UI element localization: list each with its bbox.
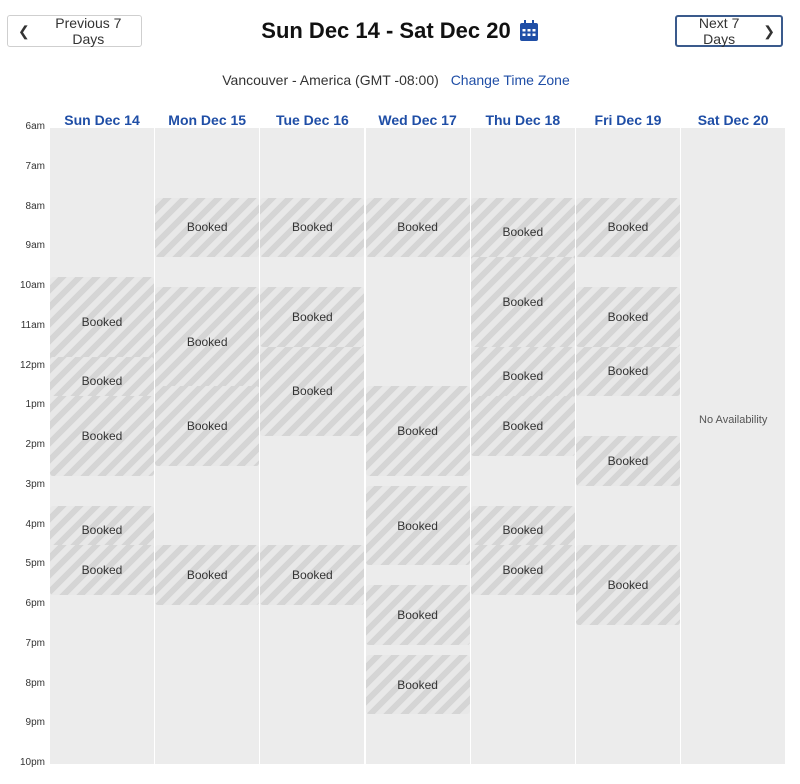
calendar-icon[interactable] [519,20,539,50]
change-time-zone-link[interactable]: Change Time Zone [451,72,570,88]
timezone-label: Vancouver - America (GMT -08:00) [222,72,439,88]
day-header: Fri Dec 19 [594,112,662,128]
day-column[interactable]: No Availability [681,128,786,764]
booked-slot: Booked [260,346,365,437]
hour-label: 1pm [25,399,45,411]
day-header: Mon Dec 15 [168,112,247,128]
day-header: Tue Dec 16 [275,112,349,128]
day-column[interactable]: Booked Booked Booked Booked Booked [50,128,154,764]
hour-label: 8pm [25,677,45,689]
week-range-text: Sun Dec 14 - Sat Dec 20 [261,18,511,43]
hour-label: 10am [19,280,45,291]
hour-label: 5pm [25,558,45,570]
booked-slot: Booked [470,257,575,347]
hour-label: 9am [25,240,45,252]
no-availability-label: No Availability [699,414,768,426]
hour-label: 10pm [19,757,45,768]
booked-slot: Booked [470,545,575,596]
booked-slot: Booked [155,386,260,466]
next-7-days-label: Next 7 Days [698,15,740,47]
booked-slot: Booked [365,585,470,645]
hour-label: 9pm [25,717,45,729]
booked-slot: Booked [155,545,260,605]
day-header: Wed Dec 17 [378,112,457,128]
day-column[interactable]: Booked Booked Booked Booked [260,128,365,764]
booked-slot: Booked [260,287,365,347]
hour-label: 4pm [25,518,45,530]
next-7-days-button[interactable]: Next 7 Days ❯ [675,15,783,47]
hour-label: 11am [20,319,45,331]
hour-label: 7pm [25,637,45,649]
booked-slot: Booked [470,396,575,456]
booked-slot: Booked [365,485,470,566]
booked-slot: Booked [50,396,154,476]
booked-slot: Booked [576,545,680,625]
booked-slot: Booked [155,287,260,397]
hour-label: 12pm [19,359,45,371]
booked-slot: Booked [365,197,470,258]
hour-label: 8am [25,200,45,212]
booked-slot: Booked [576,346,680,397]
hour-label: 6pm [25,598,45,609]
day-column[interactable]: Booked Booked Booked Booked Booked Booked [470,128,575,764]
booked-slot: Booked [155,197,260,258]
booked-slot: Booked [365,654,470,715]
hour-label: 7am [25,160,45,172]
booked-slot: Booked [50,545,154,596]
day-column[interactable]: Booked Booked Booked Booked [155,128,260,764]
booked-slot: Booked [260,545,365,605]
booked-slot: Booked [576,197,680,258]
booked-slot: Booked [576,436,680,486]
hour-label: 2pm [25,439,45,450]
booked-slot: Booked [260,197,365,258]
hour-label: 6am [25,121,45,132]
day-column[interactable]: Booked Booked Booked Booked Booked [365,128,470,764]
day-column[interactable]: Booked Booked Booked Booked Booked [576,128,680,764]
day-header: Thu Dec 18 [485,112,561,128]
booked-slot: Booked [365,386,470,476]
hour-label: 3pm [25,478,45,490]
day-header: Sat Dec 20 [697,112,769,128]
timezone-bar: Vancouver - America (GMT -08:00) Change … [0,72,792,88]
booked-slot: Booked [50,277,154,367]
chevron-right-icon: ❯ [763,22,775,39]
day-header: Sun Dec 14 [64,112,140,128]
booked-slot: Booked [576,287,680,347]
